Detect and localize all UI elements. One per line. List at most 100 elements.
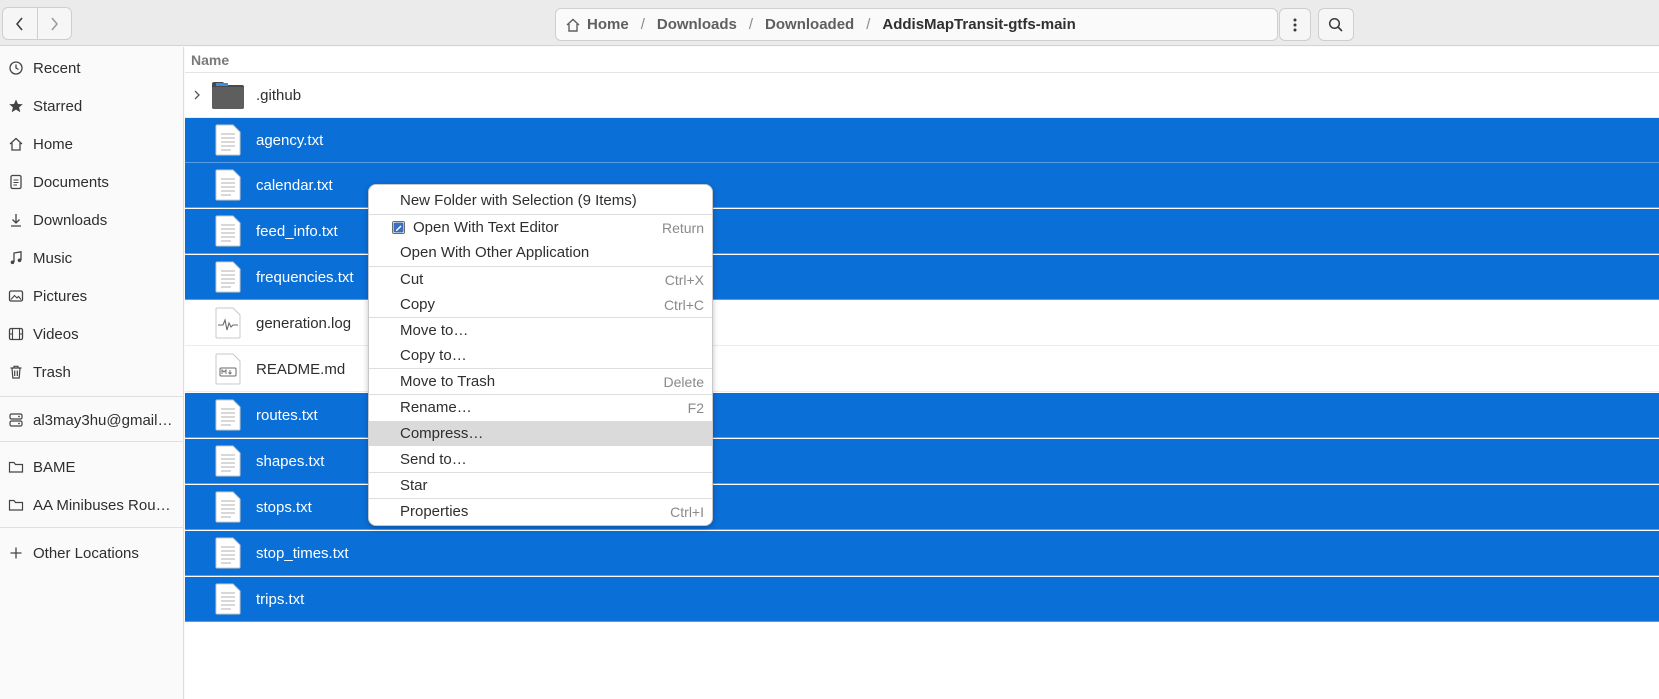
search-button[interactable] <box>1318 8 1354 41</box>
menu-item-open-with-text-editor[interactable]: Open With Text Editor Return <box>369 215 712 240</box>
menu-item-label: Open With Text Editor <box>413 219 559 236</box>
menu-item-label: Rename… <box>400 399 472 416</box>
sidebar-item-label: Downloads <box>33 211 108 229</box>
menu-item-shortcut: Delete <box>663 373 704 390</box>
text-file-icon <box>211 168 245 202</box>
text-file-icon <box>211 214 245 248</box>
menu-item-copy[interactable]: Copy Ctrl+C <box>369 292 712 317</box>
video-icon <box>8 326 24 342</box>
breadcrumb-current-folder[interactable]: AddisMapTransit-gtfs-main <box>882 16 1075 33</box>
star-icon <box>8 98 24 114</box>
menu-item-shortcut: Ctrl+C <box>663 296 704 313</box>
sidebar-item-label: Documents <box>33 173 109 191</box>
menu-item-label: Open With Other Application <box>400 244 590 261</box>
text-file-icon <box>211 123 245 157</box>
file-row-stop-times[interactable]: stop_times.txt <box>185 531 1659 576</box>
chevron-left-icon <box>15 17 23 30</box>
sidebar-item-label: Pictures <box>33 287 88 305</box>
folder-menu-button[interactable] <box>1279 8 1311 41</box>
sidebar-item-label: al3may3hu@gmail.com <box>33 411 173 429</box>
file-name: calendar.txt <box>256 176 333 194</box>
menu-item-send-to[interactable]: Send to… <box>369 447 712 472</box>
plus-icon <box>8 545 24 561</box>
file-name: frequencies.txt <box>256 268 354 286</box>
breadcrumb: Home / Downloads / Downloaded / AddisMap… <box>555 8 1278 41</box>
menu-item-label: Compress… <box>400 425 484 442</box>
menu-item-label: Cut <box>400 271 424 288</box>
sidebar-item-label: AA Minibuses Routes <box>33 496 173 514</box>
sidebar-item-aa-minibuses[interactable]: AA Minibuses Routes <box>0 487 184 523</box>
sidebar: Recent Starred Home Documents Downloads … <box>0 47 184 699</box>
sidebar-item-trash[interactable]: Trash <box>0 354 184 390</box>
sidebar-divider <box>0 441 184 442</box>
file-name: stop_times.txt <box>256 544 349 562</box>
column-header-name[interactable]: Name <box>185 47 1659 73</box>
sidebar-item-music[interactable]: Music <box>0 240 184 276</box>
sidebar-item-recent[interactable]: Recent <box>0 50 184 86</box>
sidebar-divider <box>0 396 184 397</box>
file-name: trips.txt <box>256 590 305 608</box>
menu-item-cut[interactable]: Cut Ctrl+X <box>369 267 712 292</box>
back-button[interactable] <box>3 8 37 39</box>
menu-item-label: New Folder with Selection (9 Items) <box>400 192 637 209</box>
file-row-github[interactable]: .github <box>185 73 1659 118</box>
navigation-buttons <box>2 7 72 40</box>
menu-item-move-to-trash[interactable]: Move to Trash Delete <box>369 369 712 394</box>
file-row-agency[interactable]: agency.txt <box>185 118 1659 163</box>
file-name: .github <box>256 86 302 104</box>
home-icon <box>566 18 580 32</box>
menu-item-shortcut: Ctrl+X <box>664 271 704 288</box>
text-file-icon <box>211 490 245 524</box>
file-name: agency.txt <box>256 131 324 149</box>
sidebar-item-bame[interactable]: BAME <box>0 449 184 485</box>
expand-chevron-icon[interactable] <box>187 89 207 101</box>
sidebar-item-downloads[interactable]: Downloads <box>0 202 184 238</box>
sidebar-item-label: Recent <box>33 59 81 77</box>
menu-item-move-to[interactable]: Move to… <box>369 318 712 343</box>
sidebar-item-network-account[interactable]: al3may3hu@gmail.com <box>0 402 184 438</box>
menu-item-rename[interactable]: Rename… F2 <box>369 395 712 420</box>
file-name: shapes.txt <box>256 452 325 470</box>
file-name: generation.log <box>256 314 352 332</box>
sidebar-item-other-locations[interactable]: Other Locations <box>0 535 184 571</box>
menu-item-shortcut: Ctrl+I <box>670 503 704 520</box>
document-icon <box>8 174 24 190</box>
header-bar: Home / Downloads / Downloaded / AddisMap… <box>0 0 1659 46</box>
text-file-icon <box>211 260 245 294</box>
breadcrumb-separator: / <box>748 16 754 33</box>
menu-item-label: Move to Trash <box>400 373 496 390</box>
menu-item-new-folder-with-selection[interactable]: New Folder with Selection (9 Items) <box>369 188 712 213</box>
forward-button[interactable] <box>36 8 72 39</box>
breadcrumb-home[interactable]: Home <box>565 16 629 33</box>
file-row-trips[interactable]: trips.txt <box>185 577 1659 622</box>
sidebar-item-starred[interactable]: Starred <box>0 88 184 124</box>
breadcrumb-downloads[interactable]: Downloads <box>657 16 737 33</box>
network-drive-icon <box>8 412 24 428</box>
menu-item-properties[interactable]: Properties Ctrl+I <box>369 499 712 524</box>
menu-item-compress[interactable]: Compress… <box>369 421 712 446</box>
sidebar-item-videos[interactable]: Videos <box>0 316 184 352</box>
music-icon <box>8 250 24 266</box>
text-file-icon <box>211 444 245 478</box>
sidebar-divider <box>0 527 184 528</box>
menu-item-copy-to[interactable]: Copy to… <box>369 343 712 368</box>
menu-item-label: Copy to… <box>400 347 467 364</box>
sidebar-item-label: Music <box>33 249 73 267</box>
breadcrumb-label: Home <box>587 16 629 33</box>
menu-item-label: Send to… <box>400 451 467 468</box>
sidebar-item-home[interactable]: Home <box>0 126 184 162</box>
file-name: README.md <box>256 360 346 378</box>
file-name: routes.txt <box>256 406 318 424</box>
sidebar-item-label: BAME <box>33 458 76 476</box>
menu-item-shortcut: Return <box>661 219 704 236</box>
chevron-right-icon <box>51 17 59 30</box>
menu-item-star[interactable]: Star <box>369 473 712 498</box>
sidebar-item-documents[interactable]: Documents <box>0 164 184 200</box>
download-icon <box>8 212 24 228</box>
breadcrumb-downloaded[interactable]: Downloaded <box>765 16 854 33</box>
sidebar-item-pictures[interactable]: Pictures <box>0 278 184 314</box>
trash-icon <box>8 364 24 380</box>
sidebar-item-label: Trash <box>33 363 71 381</box>
menu-item-open-with-other-application[interactable]: Open With Other Application <box>369 240 712 265</box>
home-icon <box>8 136 24 152</box>
